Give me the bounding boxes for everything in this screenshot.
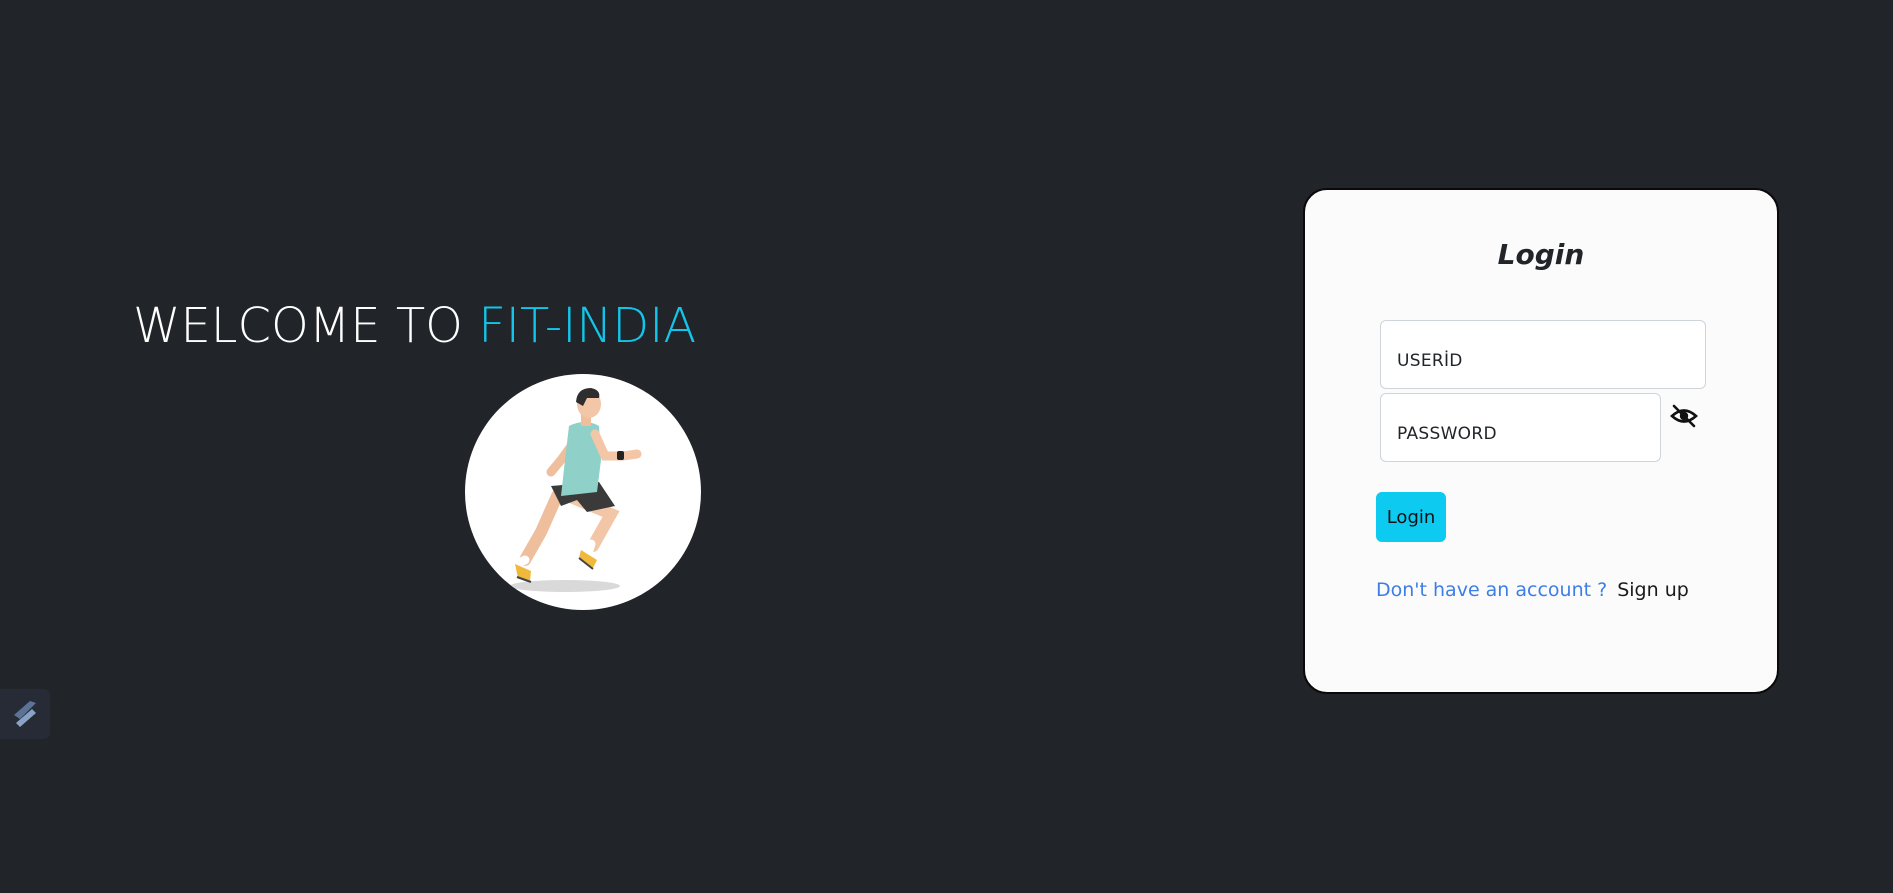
floating-widget-button[interactable] [0,689,50,739]
login-card: Login USERİD PASSWORD Login Don't have a… [1303,188,1779,694]
running-man-illustration [465,374,701,610]
brand-name: FIT-INDIA [478,298,697,354]
login-title: Login [1497,238,1585,271]
signup-row: Don't have an account ? Sign up [1376,579,1689,601]
eye-slash-icon [1670,404,1698,428]
userid-field[interactable]: USERİD [1380,320,1706,389]
show-password-toggle[interactable] [1669,403,1699,429]
welcome-prefix: WELCOME TO [133,298,479,354]
runner-icon [510,388,642,592]
no-account-link[interactable]: Don't have an account ? [1376,579,1607,601]
userid-input[interactable] [1381,321,1705,388]
login-button[interactable]: Login [1376,492,1446,542]
stylus-logo-icon [14,701,36,727]
password-field[interactable]: PASSWORD [1380,393,1661,462]
welcome-heading: WELCOME TO FIT-INDIA [133,296,696,356]
signup-link[interactable]: Sign up [1617,579,1689,601]
login-page: WELCOME TO FIT-INDIA Login USERİD PASSWO… [0,0,1893,893]
password-input[interactable] [1381,394,1660,461]
